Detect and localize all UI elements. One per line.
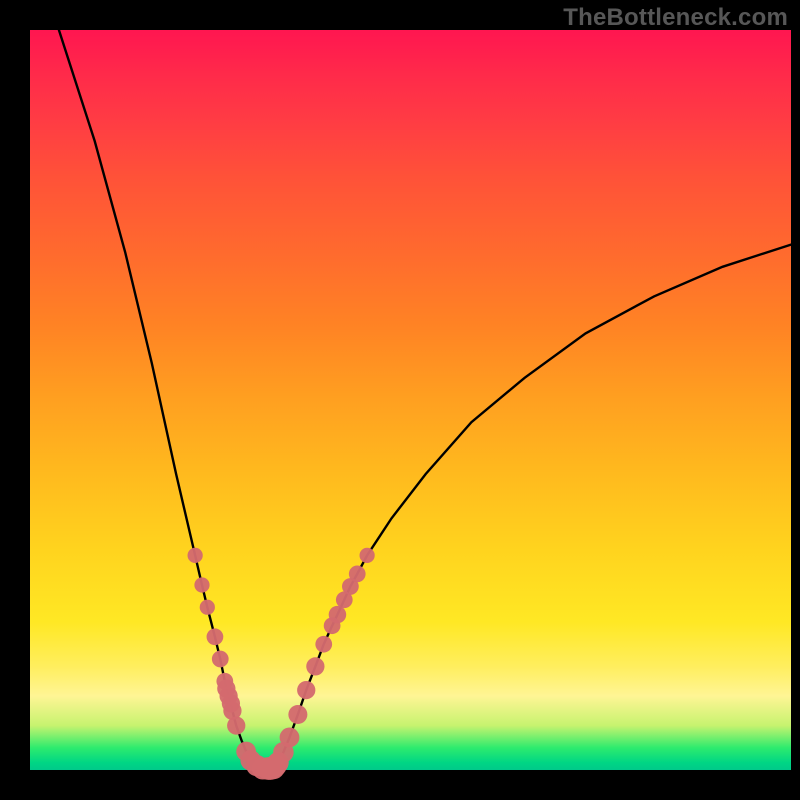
chart-stage: TheBottleneck.com	[0, 0, 800, 800]
watermark-text: TheBottleneck.com	[563, 4, 788, 32]
plot-area	[30, 30, 791, 770]
